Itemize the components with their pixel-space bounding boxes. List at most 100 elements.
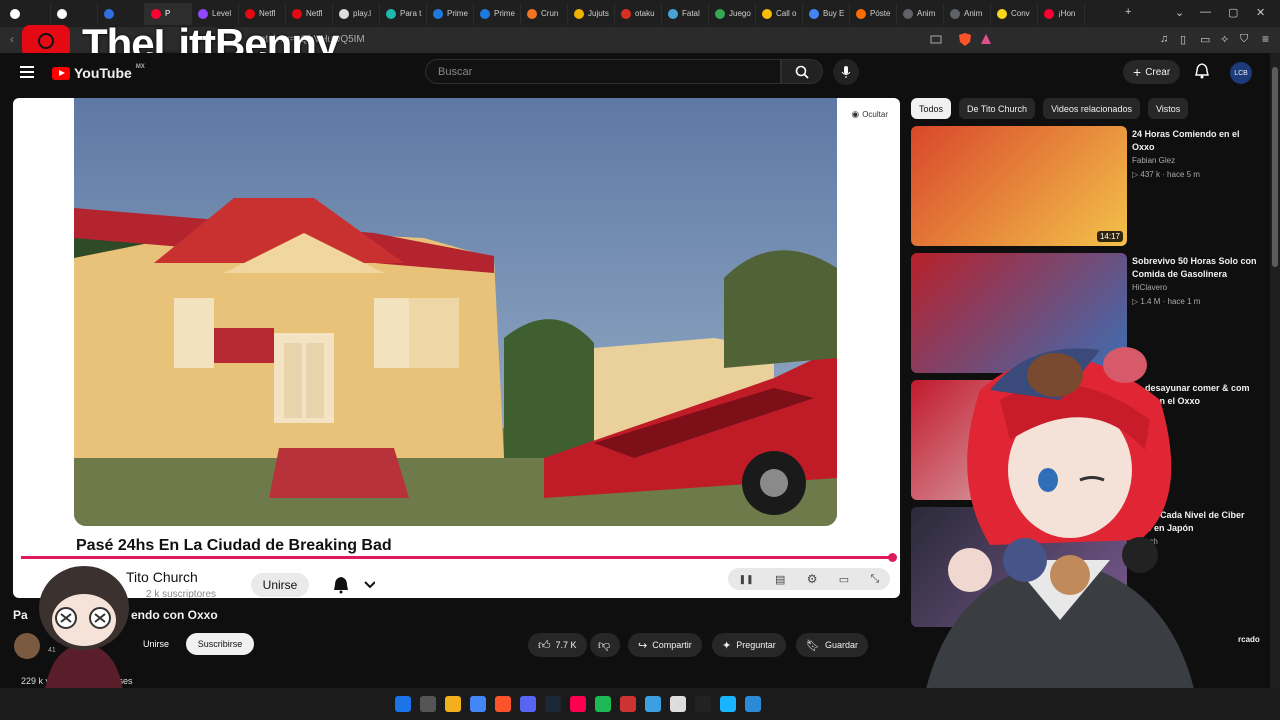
tab-label: Jujuts: [588, 9, 609, 18]
browser-tab[interactable]: ¡Hon: [1038, 2, 1085, 25]
taskbar-app-icon[interactable]: [695, 696, 711, 712]
sidebar-icon[interactable]: ▯: [1180, 33, 1186, 46]
recommendation-channel: HiClavero: [1132, 283, 1168, 292]
browser-tab[interactable]: Crun: [521, 2, 568, 25]
progress-bar[interactable]: [21, 553, 897, 562]
share-button[interactable]: ↪ Compartir: [628, 633, 702, 657]
recommendation-title[interactable]: Sobrevivo 50 Horas Solo con Comida de Ga…: [1132, 255, 1257, 281]
wallet-icon[interactable]: ▭: [1200, 33, 1210, 46]
tab-label: Póste: [870, 9, 891, 18]
tab-label: Buy E: [823, 9, 845, 18]
taskbar-app-icon[interactable]: [520, 696, 536, 712]
save-button[interactable]: 🔖︎ Guardar: [796, 633, 868, 657]
filter-chip[interactable]: De Tito Church: [959, 98, 1036, 119]
settings-icon[interactable]: ⚙: [807, 572, 818, 586]
video-player[interactable]: ◉ Ocultar Pasé 24hs En La Ciudad de Brea…: [13, 98, 900, 598]
taskbar-app-icon[interactable]: [495, 696, 511, 712]
filter-chip[interactable]: Videos relacionados: [1043, 98, 1140, 119]
tab-favicon-icon: [386, 8, 396, 19]
vtuber-avatar-overlay: [920, 347, 1200, 720]
ai-icon[interactable]: ✧: [1220, 33, 1229, 46]
browser-tab[interactable]: Fatal: [662, 2, 709, 25]
music-icon[interactable]: ♫: [1160, 33, 1168, 45]
taskbar-app-icon[interactable]: [470, 696, 486, 712]
guide-menu-icon[interactable]: [20, 66, 34, 78]
sparkle-icon: ✦: [722, 639, 732, 652]
screen-cast-icon[interactable]: [930, 34, 942, 46]
recommendation-item[interactable]: 14:17 24 Horas Comiendo en el Oxxo Fabian …: [911, 126, 1271, 246]
notifications-icon[interactable]: [1195, 63, 1209, 79]
minimize-icon[interactable]: —: [1200, 6, 1211, 18]
taskbar-app-icon[interactable]: [595, 696, 611, 712]
create-label: Crear: [1145, 66, 1171, 78]
subscribe-button[interactable]: Suscribirse: [186, 633, 254, 655]
maximize-icon[interactable]: ▢: [1228, 6, 1238, 19]
new-tab-icon[interactable]: +: [1125, 6, 1131, 18]
taskbar-app-icon[interactable]: [545, 696, 561, 712]
taskbar-app-icon[interactable]: [420, 696, 436, 712]
taskbar-app-icon[interactable]: [445, 696, 461, 712]
rewards-icon[interactable]: [980, 33, 992, 45]
pause-icon[interactable]: ❚❚: [739, 574, 754, 585]
youtube-play-icon: [52, 66, 70, 80]
taskbar-app-icon[interactable]: [645, 696, 661, 712]
browser-tab[interactable]: Conv: [991, 2, 1038, 25]
dislike-button[interactable]: 👎︎: [590, 633, 620, 657]
video-frame[interactable]: [74, 98, 837, 526]
browser-tab[interactable]: otaku: [615, 2, 662, 25]
youtube-header: YouTube MX Buscar + Crear LCB: [0, 53, 1280, 93]
browser-tab[interactable]: Anim: [944, 2, 991, 25]
taskbar-app-icon[interactable]: [720, 696, 736, 712]
tab-favicon-icon: [198, 8, 208, 19]
embedded-bell-button[interactable]: [331, 576, 375, 594]
page-scrollbar[interactable]: [1270, 53, 1280, 688]
ask-button[interactable]: ✦ Preguntar: [712, 633, 786, 657]
account-avatar[interactable]: LCB: [1230, 62, 1252, 84]
youtube-logo[interactable]: YouTube MX: [52, 64, 145, 81]
close-window-icon[interactable]: ✕: [1256, 6, 1265, 19]
create-button[interactable]: + Crear: [1123, 60, 1181, 84]
browser-tab[interactable]: Para t: [380, 2, 427, 25]
scrollbar-thumb[interactable]: [1272, 67, 1278, 267]
browser-tab[interactable]: Anim: [897, 2, 944, 25]
taskbar-app-icon[interactable]: [620, 696, 636, 712]
filter-chip[interactable]: Vistos: [1147, 98, 1189, 119]
brave-shield-icon[interactable]: [958, 32, 972, 47]
browser-tab[interactable]: Juego: [709, 2, 756, 25]
browser-tab[interactable]: Póste: [850, 2, 897, 25]
vpn-icon[interactable]: ⛉: [1240, 33, 1248, 46]
search-input[interactable]: Buscar: [425, 59, 781, 84]
embedded-join-button[interactable]: Unirse: [251, 573, 309, 597]
hide-button[interactable]: ◉ Ocultar: [851, 109, 888, 120]
tab-favicon-icon: [715, 8, 725, 19]
search-button[interactable]: [781, 59, 823, 84]
taskbar-app-icon[interactable]: [570, 696, 586, 712]
taskbar-app-icon[interactable]: [670, 696, 686, 712]
browser-tab[interactable]: [4, 2, 51, 25]
recommendation-meta: ▷ 1.4 M · hace 1 m: [1132, 297, 1201, 306]
browser-tab[interactable]: Call o: [756, 2, 803, 25]
taskbar-app-icon[interactable]: [745, 696, 761, 712]
tab-label: Prime: [494, 9, 515, 18]
browser-tab[interactable]: Jujuts: [568, 2, 615, 25]
recommendation-title[interactable]: 24 Horas Comiendo en el Oxxo: [1132, 128, 1257, 154]
menu-icon[interactable]: ≡: [1262, 32, 1269, 46]
os-taskbar: [0, 688, 1280, 720]
tab-label: Crun: [541, 9, 559, 18]
captions-icon[interactable]: ▤: [775, 573, 785, 586]
taskbar-app-icon[interactable]: [395, 696, 411, 712]
thumbs-down-icon: 👎︎: [598, 637, 611, 652]
eye-off-icon: ◉: [851, 109, 860, 119]
miniplayer-icon[interactable]: ▭: [839, 573, 849, 586]
voice-search-button[interactable]: [833, 59, 859, 85]
filter-chip[interactable]: Todos: [911, 98, 952, 119]
like-button[interactable]: 👍︎ 7.7 K: [528, 633, 587, 657]
tab-list-icon[interactable]: ⌄: [1175, 6, 1184, 19]
back-icon[interactable]: ‹: [10, 32, 14, 46]
browser-tab[interactable]: play.l: [333, 2, 380, 25]
browser-tab[interactable]: Prime: [427, 2, 474, 25]
tab-label: Call o: [776, 9, 797, 18]
browser-tab[interactable]: Prime: [474, 2, 521, 25]
recommendation-thumbnail[interactable]: 14:17: [911, 126, 1127, 246]
browser-tab[interactable]: Buy E: [803, 2, 850, 25]
